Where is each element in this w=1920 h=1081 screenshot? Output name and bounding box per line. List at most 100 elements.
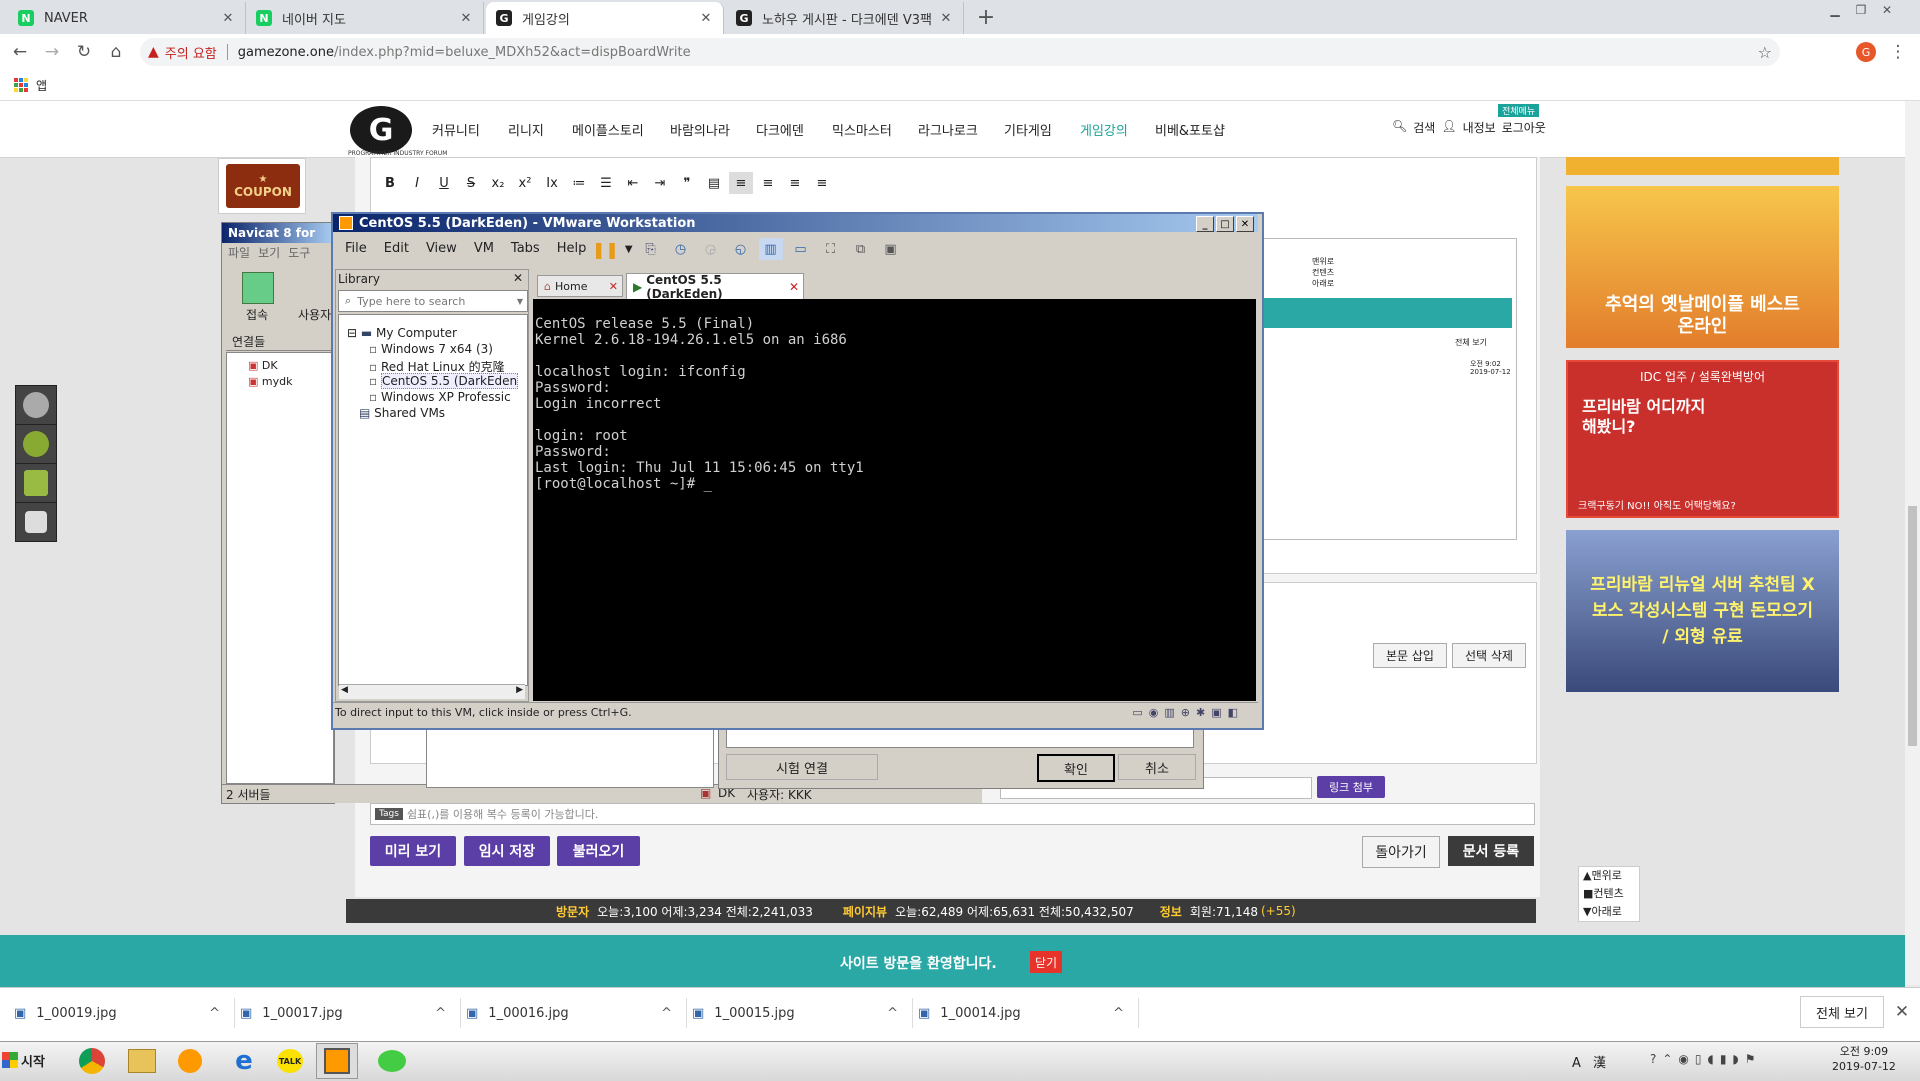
close-tab-icon[interactable]: ✕ <box>699 11 713 26</box>
download-item[interactable]: ▣ 1_00014.jpg ^ <box>918 998 1139 1028</box>
indent-icon[interactable]: ⇥ <box>648 172 672 194</box>
apps-label[interactable]: 앱 <box>36 77 47 94</box>
underline-icon[interactable]: U <box>432 172 456 194</box>
library-hscrollbar[interactable]: ◀ ▶ <box>339 684 525 699</box>
download-item[interactable]: ▣ 1_00019.jpg ^ <box>14 998 235 1028</box>
outdent-icon[interactable]: ⇤ <box>621 172 645 194</box>
download-item[interactable]: ▣ 1_00017.jpg ^ <box>240 998 461 1028</box>
back-icon[interactable]: ← <box>6 38 34 66</box>
navicat-taskbar-icon[interactable] <box>372 1045 412 1077</box>
cancel-button[interactable]: 취소 <box>1118 754 1196 780</box>
profile-avatar[interactable]: G <box>1856 42 1876 62</box>
browser-tab[interactable]: N NAVER ✕ <box>8 2 246 34</box>
ad-banner-baram[interactable]: IDC 업주 / 설록완벽방어 프리바람 어디까지 해봤니? 크랙구동기 NO!… <box>1566 360 1839 518</box>
close-tab-icon[interactable]: ✕ <box>459 11 473 26</box>
menu-community[interactable]: 커뮤니티 <box>432 120 480 139</box>
close-tab-icon[interactable]: ✕ <box>609 280 618 293</box>
align-right-icon[interactable]: ≡ <box>783 172 807 194</box>
revert-snapshot-icon[interactable]: ◶ <box>699 238 723 260</box>
send-ctrl-alt-del-icon[interactable]: ⎘ <box>639 238 663 260</box>
close-window-icon[interactable]: ✕ <box>1874 2 1900 18</box>
blockquote-icon[interactable]: ❞ <box>675 172 699 194</box>
menu-game-lecture[interactable]: 게임강의 <box>1080 120 1128 139</box>
unity-icon[interactable]: ⧉ <box>849 238 873 260</box>
clear-format-icon[interactable]: Ix <box>540 172 564 194</box>
scroll-content-link[interactable]: ■컨텐츠 <box>1583 885 1635 903</box>
ime-icon[interactable]: A 漢 <box>1572 1056 1610 1071</box>
bullet-list-icon[interactable]: ☰ <box>594 172 618 194</box>
scroll-left-icon[interactable]: ◀ <box>341 685 348 695</box>
connection-item[interactable]: ▣ DK <box>248 358 292 374</box>
vmware-taskbar-icon[interactable] <box>316 1043 358 1079</box>
hand-icon[interactable] <box>15 502 57 542</box>
close-tab-icon[interactable]: ✕ <box>789 280 799 294</box>
thumbnail-icon[interactable]: ▭ <box>789 238 813 260</box>
close-download-bar-icon[interactable]: ✕ <box>1888 998 1916 1026</box>
browser-tab[interactable]: G 노하우 게시판 - 다크에덴 V3팩 ✕ <box>726 2 964 34</box>
logout-link[interactable]: 로그아웃 <box>1502 119 1546 136</box>
ok-button[interactable]: 확인 <box>1037 754 1115 782</box>
security-label[interactable]: 주의 요함 <box>165 43 217 62</box>
browser-tab[interactable]: N 네이버 지도 ✕ <box>246 2 484 34</box>
tree-node-shared[interactable]: ▤ Shared VMs <box>347 406 518 422</box>
home-icon[interactable]: ⌂ <box>102 38 130 66</box>
load-button[interactable]: 불러오기 <box>557 836 640 866</box>
strikethrough-icon[interactable]: S <box>459 172 483 194</box>
preview-button[interactable]: 미리 보기 <box>370 836 456 866</box>
connection-item[interactable]: ▣ mydk <box>248 374 292 390</box>
ie-taskbar-icon[interactable]: e <box>224 1045 264 1077</box>
reload-icon[interactable]: ↻ <box>70 38 98 66</box>
chevron-up-icon[interactable]: ^ <box>887 1006 898 1021</box>
menu-vb-photoshop[interactable]: 비베&포토샵 <box>1155 120 1225 139</box>
clipboard-icon[interactable] <box>15 463 57 503</box>
all-menu-badge[interactable]: 전체메뉴 <box>1498 104 1540 117</box>
delete-selected-button[interactable]: 선택 삭제 <box>1452 643 1526 668</box>
close-tab-icon[interactable]: ✕ <box>221 11 235 26</box>
chevron-up-icon[interactable]: ^ <box>1113 1006 1124 1021</box>
menu-kebab-icon[interactable]: ⋮ <box>1884 38 1912 66</box>
media-player-taskbar-icon[interactable] <box>170 1045 210 1077</box>
menu-tabs[interactable]: Tabs <box>511 241 540 256</box>
align-center-icon[interactable]: ≡ <box>756 172 780 194</box>
italic-icon[interactable]: I <box>405 172 429 194</box>
close-window-icon[interactable]: ✕ <box>1236 216 1254 232</box>
tree-node-vm-selected[interactable]: ▫ CentOS 5.5 (DarkEden <box>347 373 519 390</box>
restore-icon[interactable]: ❐ <box>1848 2 1874 18</box>
pause-icon[interactable]: ❚❚ <box>592 240 619 259</box>
fullscreen-icon[interactable]: ⛶ <box>819 238 843 260</box>
ad-banner-server[interactable]: 프리바람 리뉴얼 서버 추천팀 X 보스 각성시스템 구현 돈모으기 / 외형 … <box>1566 530 1839 692</box>
show-all-downloads-button[interactable]: 전체 보기 <box>1800 996 1884 1028</box>
tray-icons[interactable]: ?⌃◉▯◖▮◗⚑ <box>1650 1052 1762 1066</box>
div-icon[interactable]: ▤ <box>702 172 726 194</box>
search-icon[interactable]: 🔍︎ <box>1392 119 1407 136</box>
site-logo[interactable]: G <box>350 106 412 154</box>
download-item[interactable]: ▣ 1_00015.jpg ^ <box>692 998 913 1028</box>
connect-icon[interactable] <box>242 272 274 304</box>
tags-input[interactable]: Tags 쉼표(,)를 이용해 복수 등록이 가능합니다. <box>370 803 1535 825</box>
coupon-button[interactable]: ★ COUPON <box>226 164 300 208</box>
user-icon[interactable]: 👤︎ <box>1441 119 1456 136</box>
new-tab-icon[interactable]: + <box>972 3 1000 31</box>
tree-node-vm[interactable]: ▫ Windows XP Professic <box>347 390 518 406</box>
tree-node-vm[interactable]: ▫ Windows 7 x64 (3) <box>347 342 518 358</box>
minimize-icon[interactable]: _ <box>1196 216 1214 232</box>
go-back-button[interactable]: 돌아가기 <box>1362 836 1440 868</box>
menu-etc-games[interactable]: 기타게임 <box>1004 120 1052 139</box>
myinfo-link[interactable]: 내정보 <box>1463 119 1496 136</box>
align-left-icon[interactable]: ≡ <box>729 172 753 194</box>
connect-label[interactable]: 접속 <box>246 306 268 323</box>
snapshot-manager-icon[interactable]: ◵ <box>729 238 753 260</box>
search-link[interactable]: 검색 <box>1413 119 1435 136</box>
browser-tab-active[interactable]: G 게임강의 ✕ <box>486 2 724 34</box>
chevron-up-icon[interactable]: ^ <box>435 1006 446 1021</box>
bookmark-star-icon[interactable]: ☆ <box>1758 43 1772 62</box>
menu-maplestory[interactable]: 메이플스토리 <box>572 120 644 139</box>
chevron-up-icon[interactable]: ^ <box>661 1006 672 1021</box>
clock[interactable]: 오전 9:09 2019-07-12 <box>1832 1044 1896 1074</box>
start-button[interactable]: 시작 <box>2 1045 54 1075</box>
ad-banner-maple[interactable]: 추억의 옛날메이플 베스트온라인 <box>1566 186 1839 348</box>
chevron-up-icon[interactable]: ^ <box>209 1006 220 1021</box>
show-library-icon[interactable]: ▥ <box>758 238 783 260</box>
close-tab-icon[interactable]: ✕ <box>939 11 953 26</box>
scrollbar-thumb[interactable] <box>1908 506 1917 746</box>
